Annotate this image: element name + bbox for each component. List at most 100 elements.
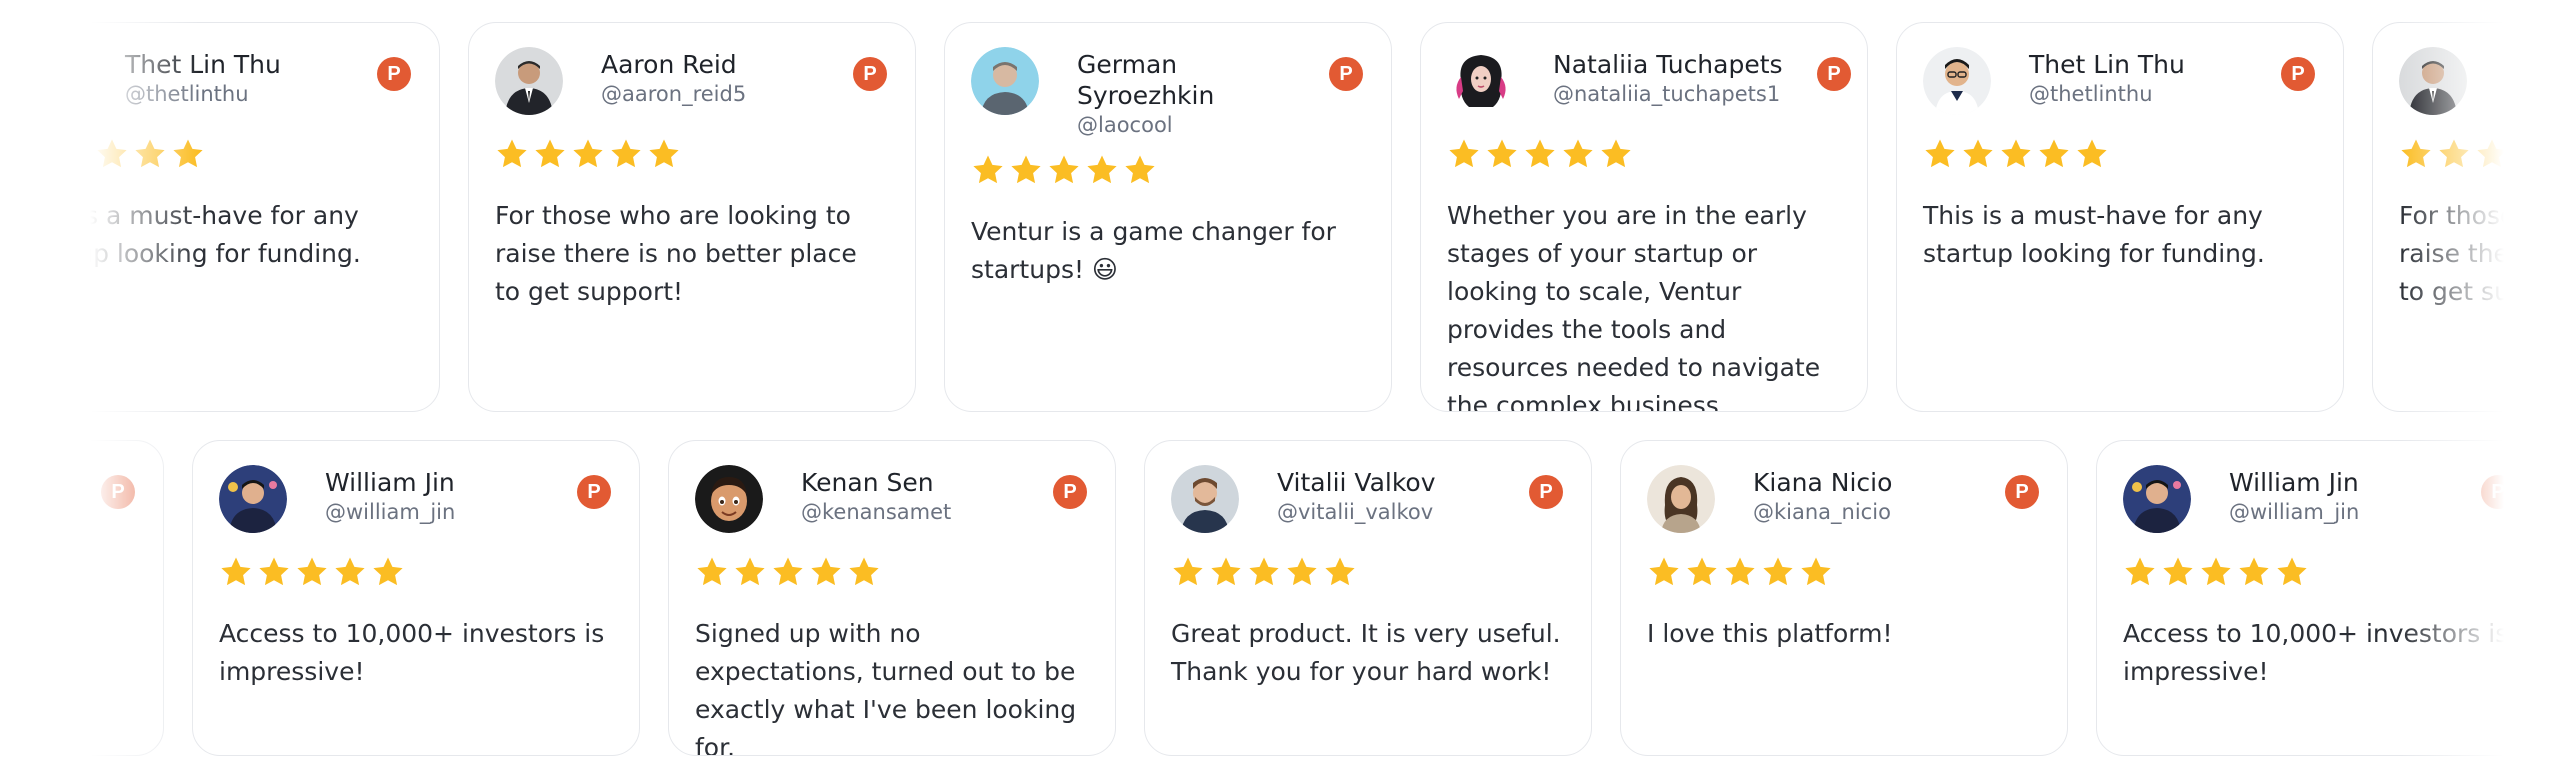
star-icon [533,137,567,171]
star-icon [2199,555,2233,589]
product-hunt-badge-icon[interactable]: P [1053,475,1087,509]
star-icon [1209,555,1243,589]
reviewer-name: Aaron Reid [2505,50,2560,79]
star-icon [1761,555,1795,589]
star-icon [1009,153,1043,187]
star-icon [57,137,91,171]
reviewer-handle[interactable]: @aaron_reid5 [2505,80,2560,108]
star-icon [809,555,843,589]
star-rating [2123,555,2517,591]
star-icon [1285,555,1319,589]
review-text: Whether you are in the early stages of y… [1447,201,1821,412]
star-rating [1171,555,1565,591]
product-hunt-badge-icon[interactable]: P [2281,57,2315,91]
star-icon [647,137,681,171]
star-icon [1523,137,1557,171]
reviewer-handle[interactable]: @aaron_reid5 [601,80,746,108]
star-icon [1047,153,1081,187]
star-rating [19,137,413,173]
product-hunt-badge-icon[interactable]: P [1329,57,1363,91]
star-icon [133,137,167,171]
testimonial-card: Thet Lin Thu @thetlinthu P This is a mus… [0,22,440,412]
product-hunt-badge-icon[interactable]: P [101,475,135,509]
product-hunt-badge-icon[interactable]: P [1529,475,1563,509]
review-text: Ventur is a game changer for startups! 😃 [971,217,1336,284]
star-icon [219,555,253,589]
reviewer-handle[interactable]: @laocool [1077,111,1287,139]
star-icon [257,555,291,589]
testimonial-card: P [0,440,164,756]
star-icon [1447,137,1481,171]
reviewer-handle[interactable]: @thetlinthu [125,80,281,108]
product-hunt-badge-icon[interactable]: P [377,57,411,91]
star-icon [2275,555,2309,589]
reviewer-handle[interactable]: @william_jin [325,498,455,526]
star-rating [1647,555,2041,591]
star-icon [733,555,767,589]
card-header: Thet Lin Thu @thetlinthu P [19,47,413,115]
testimonial-card: Aaron Reid @aaron_reid5 P For those who … [2372,22,2560,412]
star-icon [571,137,605,171]
product-hunt-badge-icon[interactable]: P [2481,475,2515,509]
avatar-man-blue-icon [971,47,1039,115]
reviewer-name: Nataliia Tuchapets [1553,50,1783,79]
star-icon [771,555,805,589]
reviewer-name: Aaron Reid [601,50,737,79]
reviewer-name: Thet Lin Thu [125,50,281,79]
testimonial-card: German Syroezhkin @laocool P Ventur is a… [944,22,1392,412]
reviewer-name: Kenan Sen [801,468,934,497]
avatar-man-suit-icon [495,47,563,115]
reviewer-handle[interactable]: @nataliia_tuchapets1 [1553,80,1783,108]
reviewer-handle[interactable]: @thetlinthu [2029,80,2185,108]
reviewer-handle[interactable]: @kiana_nicio [1753,498,1892,526]
star-icon [1171,555,1205,589]
star-icon [2475,137,2509,171]
reviewer-name: German Syroezhkin [1077,50,1215,110]
reviewer-name: Vitalii Valkov [1277,468,1436,497]
review-text: This is a must-have for any startup look… [19,201,361,268]
card-header: Aaron Reid @aaron_reid5 P [2399,47,2560,115]
testimonial-card: Vitalii Valkov @vitalii_valkov P Great p… [1144,440,1592,756]
star-icon [2161,555,2195,589]
avatar-man-glasses-icon [1923,47,1991,115]
reviewer-name: Thet Lin Thu [2029,50,2185,79]
star-rating [495,137,889,173]
reviewer-handle[interactable]: @kenansamet [801,498,951,526]
star-icon [1323,555,1357,589]
testimonial-card: Aaron Reid @aaron_reid5 P For those who … [468,22,916,412]
star-icon [1561,137,1595,171]
star-icon [2513,137,2547,171]
product-hunt-badge-icon[interactable]: P [577,475,611,509]
star-icon [333,555,367,589]
card-header: Nataliia Tuchapets @nataliia_tuchapets1 … [1447,47,1851,115]
star-icon [95,137,129,171]
product-hunt-badge-icon[interactable]: P [853,57,887,91]
avatar-man-glasses-icon [19,47,87,115]
star-icon [1999,137,2033,171]
review-text: For those who are looking to raise there… [2399,201,2560,306]
reviewer-handle[interactable]: @william_jin [2229,498,2359,526]
star-icon [847,555,881,589]
testimonial-card: Kiana Nicio @kiana_nicio P I love this p… [1620,440,2068,756]
star-icon [495,137,529,171]
reviewer-name: Kiana Nicio [1753,468,1893,497]
avatar-woman-illustration-icon [1447,47,1515,115]
star-icon [1485,137,1519,171]
reviewer-handle[interactable]: @vitalii_valkov [1277,498,1436,526]
testimonial-card: William Jin @william_jin P Access to 10,… [2096,440,2544,756]
star-icon [1247,555,1281,589]
review-text: For those who are looking to raise there… [495,201,857,306]
reviewer-name: William Jin [325,468,455,497]
star-icon [2075,137,2109,171]
star-icon [609,137,643,171]
star-icon [19,137,53,171]
card-header: Kiana Nicio @kiana_nicio P [1647,465,2041,533]
star-icon [371,555,405,589]
avatar-man-suit-icon [2399,47,2467,115]
star-icon [1723,555,1757,589]
product-hunt-badge-icon[interactable]: P [2005,475,2039,509]
card-header: German Syroezhkin @laocool P [971,47,1365,139]
card-header: Kenan Sen @kenansamet P [695,465,1089,533]
star-rating [695,555,1089,591]
product-hunt-badge-icon[interactable]: P [1817,57,1851,91]
